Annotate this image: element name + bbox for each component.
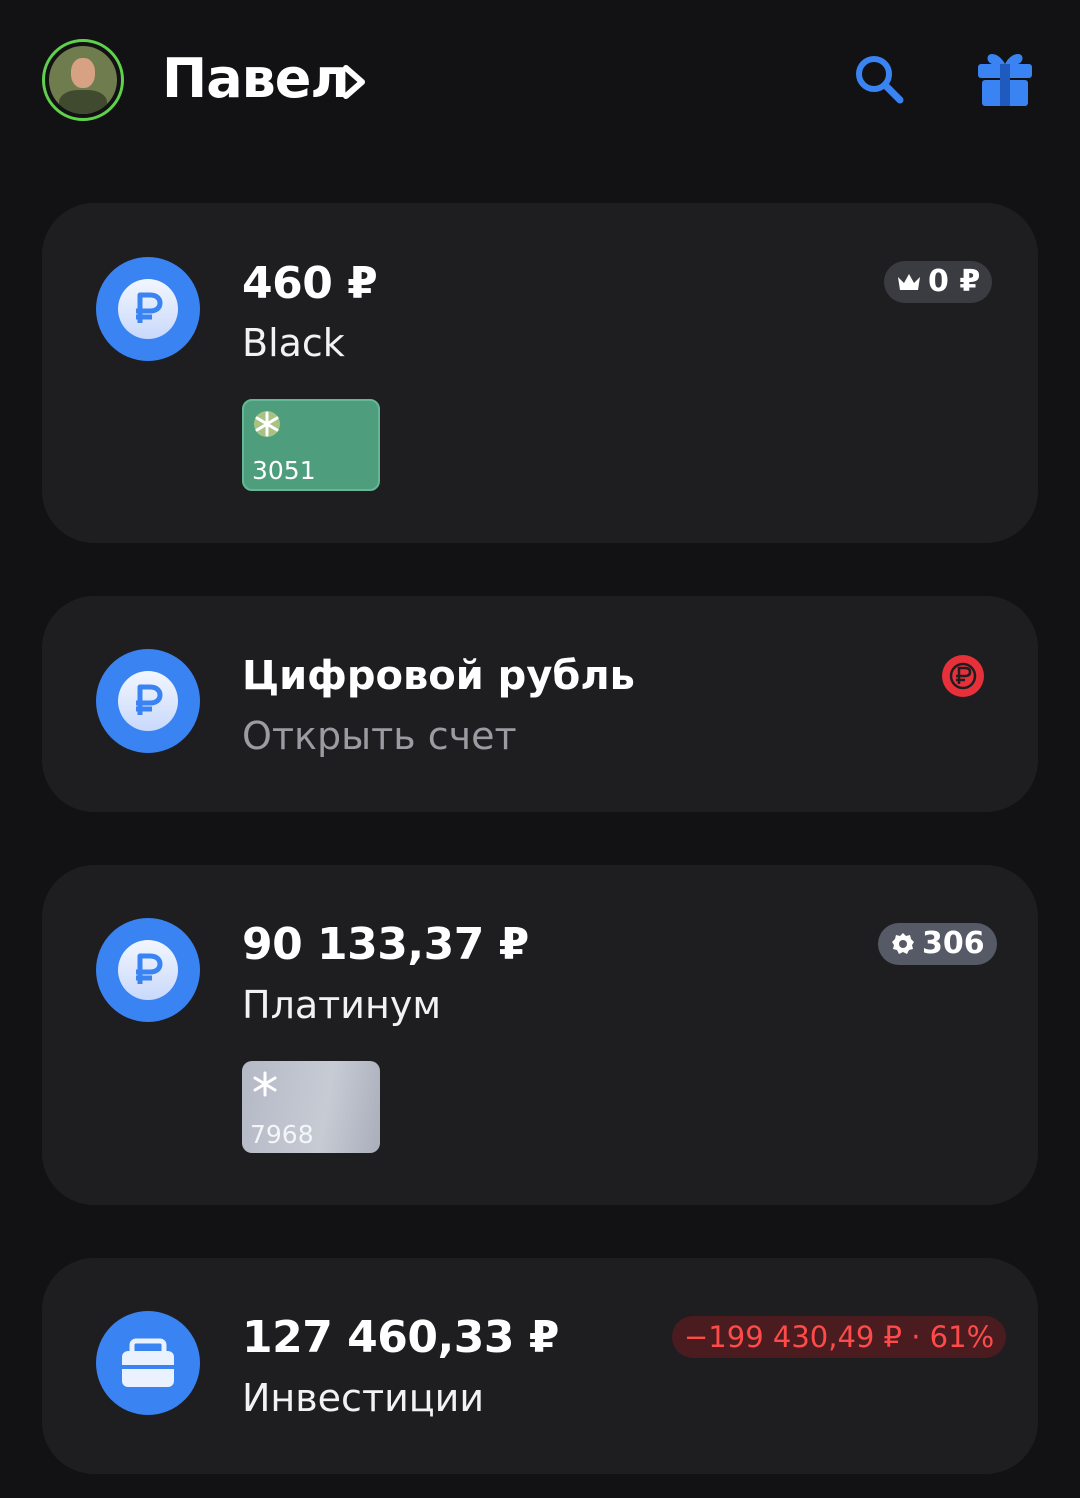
gift-icon[interactable]	[974, 48, 1036, 108]
account-title: Цифровой рубль	[242, 653, 635, 699]
ruble-account-icon	[96, 649, 200, 753]
search-icon[interactable]	[852, 52, 906, 106]
bonus-gear-icon	[892, 933, 914, 954]
account-card-black[interactable]: 460 ₽ Black 0 ₽ 3051	[42, 203, 1038, 543]
portfolio-change-value: −199 430,49 ₽ · 61%	[684, 1320, 995, 1354]
account-name: Black	[242, 321, 345, 365]
avatar[interactable]	[42, 39, 124, 121]
bonus-value: 306	[922, 926, 985, 961]
account-name: Платинум	[242, 983, 441, 1027]
avatar-photo	[49, 46, 117, 114]
portfolio-change-badge[interactable]: −199 430,49 ₽ · 61%	[672, 1316, 1007, 1358]
bank-card-mini[interactable]: 3051	[242, 399, 380, 491]
user-name[interactable]: Павел	[162, 44, 350, 114]
ruble-account-icon	[96, 257, 200, 361]
cashback-value: 0 ₽	[928, 264, 981, 299]
snowflake-icon	[253, 1071, 277, 1097]
ruble-account-icon	[96, 918, 200, 1022]
snowflake-icon	[254, 411, 280, 437]
open-account-link[interactable]: Открыть счет	[242, 712, 517, 760]
portfolio-value: 127 460,33 ₽	[242, 1312, 559, 1363]
header: Павел	[0, 0, 1080, 160]
crown-icon	[898, 274, 920, 290]
chevron-right-icon[interactable]	[336, 60, 376, 104]
bonus-badge[interactable]: 306	[878, 923, 997, 965]
account-name: Инвестиции	[242, 1376, 485, 1420]
account-card-digital-ruble[interactable]: Цифровой рубль Открыть счет	[42, 596, 1038, 812]
card-last-digits: 7968	[250, 1120, 314, 1149]
card-last-digits: 3051	[252, 456, 316, 485]
cashback-badge[interactable]: 0 ₽	[884, 261, 993, 303]
account-card-investments[interactable]: 127 460,33 ₽ Инвестиции −199 430,49 ₽ · …	[42, 1258, 1038, 1474]
account-card-platinum[interactable]: 90 133,37 ₽ Платинум 306 7968	[42, 865, 1038, 1205]
account-balance: 460 ₽	[242, 258, 378, 309]
digital-ruble-icon	[942, 655, 984, 697]
bank-card-mini[interactable]: 7968	[242, 1061, 380, 1153]
briefcase-icon	[96, 1311, 200, 1415]
account-balance: 90 133,37 ₽	[242, 919, 529, 970]
